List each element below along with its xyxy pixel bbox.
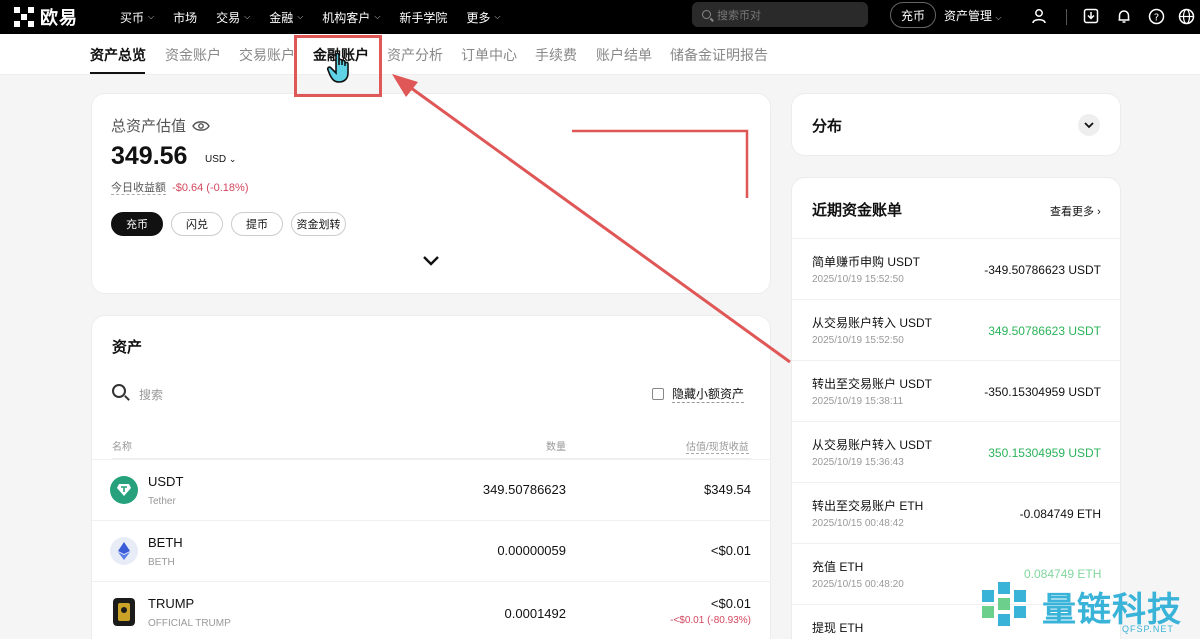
annotation-bracket bbox=[572, 129, 749, 198]
annotation-overlay bbox=[392, 74, 791, 364]
watermark-subtext: QFSP.NET bbox=[1122, 624, 1174, 634]
annotation-arrow-head bbox=[392, 74, 418, 97]
annotation-arrow-line bbox=[399, 78, 791, 364]
pointer-hand-icon bbox=[326, 52, 349, 83]
